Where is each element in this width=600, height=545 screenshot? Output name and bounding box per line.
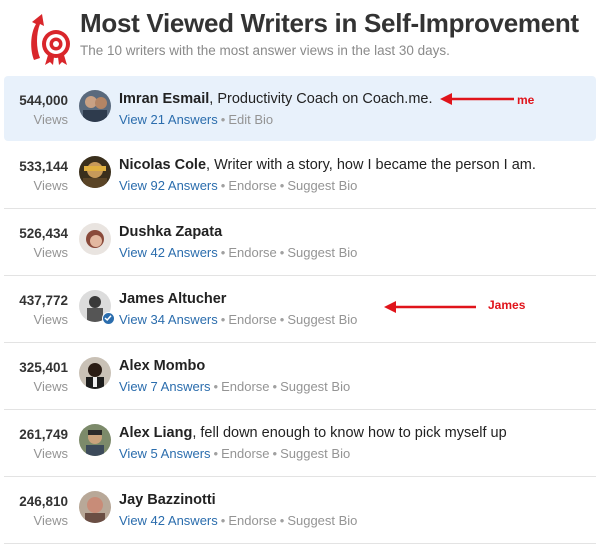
view-answers-link[interactable]: View 7 Answers [119,379,211,394]
writer-links: View 42 Answers • Endorse • Suggest Bio [119,513,357,528]
annotation-james-label: James [488,298,526,312]
writer-bio: , fell down enough to know how to pick m… [192,425,507,441]
writer-name-line: Dushka Zapata [119,224,222,240]
writer-name-line: Nicolas Cole, Writer with a story, how I… [119,157,536,173]
separator-dot: • [279,178,285,193]
separator-dot: • [272,446,278,461]
writer-links: View 21 Answers • Edit Bio [119,112,273,127]
views-count: 526,434 [19,226,68,241]
writer-links: View 7 Answers • Endorse • Suggest Bio [119,379,350,394]
separator-dot: • [279,312,285,327]
views-label: Views [33,446,68,461]
separator-dot: • [220,178,226,193]
edit-bio-link[interactable]: Edit Bio [228,112,273,127]
writer-name-line: Imran Esmail, Productivity Coach on Coac… [119,91,433,107]
views-count: 437,772 [19,293,68,308]
suggest-bio-link[interactable]: Suggest Bio [287,312,357,327]
endorse-link[interactable]: Endorse [221,446,269,461]
separator-dot: • [279,245,285,260]
writer-row: 526,434 Views Dushka Zapata View 42 Answ… [4,209,596,276]
separator-dot: • [272,379,278,394]
views-label: Views [33,178,68,193]
writer-row: 246,810 Views Jay Bazzinotti View 42 Ans… [4,477,596,544]
avatar[interactable] [79,491,111,523]
views-label: Views [33,245,68,260]
endorse-link[interactable]: Endorse [228,312,276,327]
writer-name-line: James Altucher [119,291,226,307]
writer-name[interactable]: Dushka Zapata [119,224,222,240]
views-label: Views [33,513,68,528]
annotation-arrow-james [384,300,478,319]
separator-dot: • [213,446,219,461]
views-label: Views [33,312,68,327]
separator-dot: • [220,112,226,127]
trophy-target-icon [24,10,76,66]
suggest-bio-link[interactable]: Suggest Bio [287,178,357,193]
writer-name[interactable]: Nicolas Cole [119,157,206,173]
views-count: 261,749 [19,427,68,442]
separator-dot: • [220,312,226,327]
view-answers-link[interactable]: View 5 Answers [119,446,211,461]
views-label: Views [33,112,68,127]
view-answers-link[interactable]: View 42 Answers [119,513,218,528]
view-answers-link[interactable]: View 42 Answers [119,245,218,260]
endorse-link[interactable]: Endorse [221,379,269,394]
writer-name[interactable]: Imran Esmail [119,91,209,107]
annotation-me-label: me [517,93,535,107]
writer-name-line: Jay Bazzinotti [119,492,216,508]
avatar[interactable] [79,424,111,456]
avatar[interactable] [79,90,111,122]
writer-name[interactable]: Jay Bazzinotti [119,492,216,508]
writer-row: 261,749 Views Alex Liang, fell down enou… [4,410,596,477]
separator-dot: • [213,379,219,394]
writer-links: View 42 Answers • Endorse • Suggest Bio [119,245,357,260]
endorse-link[interactable]: Endorse [228,513,276,528]
suggest-bio-link[interactable]: Suggest Bio [280,446,350,461]
view-answers-link[interactable]: View 92 Answers [119,178,218,193]
avatar[interactable] [79,357,111,389]
views-label: Views [33,379,68,394]
suggest-bio-link[interactable]: Suggest Bio [287,245,357,260]
page-title: Most Viewed Writers in Self-Improvement [80,8,579,38]
verified-badge-icon [102,312,115,325]
endorse-link[interactable]: Endorse [228,178,276,193]
endorse-link[interactable]: Endorse [228,245,276,260]
page-header: Most Viewed Writers in Self-Improvement … [0,0,600,76]
writer-links: View 34 Answers • Endorse • Suggest Bio [119,312,357,327]
writer-name[interactable]: Alex Liang [119,425,192,441]
separator-dot: • [279,513,285,528]
writer-links: View 92 Answers • Endorse • Suggest Bio [119,178,357,193]
views-count: 246,810 [19,494,68,509]
view-answers-link[interactable]: View 21 Answers [119,112,218,127]
writer-name[interactable]: James Altucher [119,291,226,307]
views-count: 533,144 [19,159,68,174]
annotation-arrow-me [440,92,516,111]
writer-name-line: Alex Liang, fell down enough to know how… [119,425,507,441]
views-count: 544,000 [19,93,68,108]
writer-bio: , Writer with a story, how I became the … [206,157,536,173]
separator-dot: • [220,245,226,260]
writer-row: 533,144 Views Nicolas Cole, Writer with … [4,142,596,209]
writer-links: View 5 Answers • Endorse • Suggest Bio [119,446,350,461]
separator-dot: • [220,513,226,528]
writer-name-line: Alex Mombo [119,358,205,374]
suggest-bio-link[interactable]: Suggest Bio [280,379,350,394]
writer-bio: , Productivity Coach on Coach.me. [209,91,433,107]
writer-row: 325,401 Views Alex Mombo View 7 Answers •… [4,343,596,410]
avatar[interactable] [79,156,111,188]
page-subtitle: The 10 writers with the most answer view… [80,43,450,58]
writer-name[interactable]: Alex Mombo [119,358,205,374]
view-answers-link[interactable]: View 34 Answers [119,312,218,327]
avatar[interactable] [79,223,111,255]
views-count: 325,401 [19,360,68,375]
suggest-bio-link[interactable]: Suggest Bio [287,513,357,528]
